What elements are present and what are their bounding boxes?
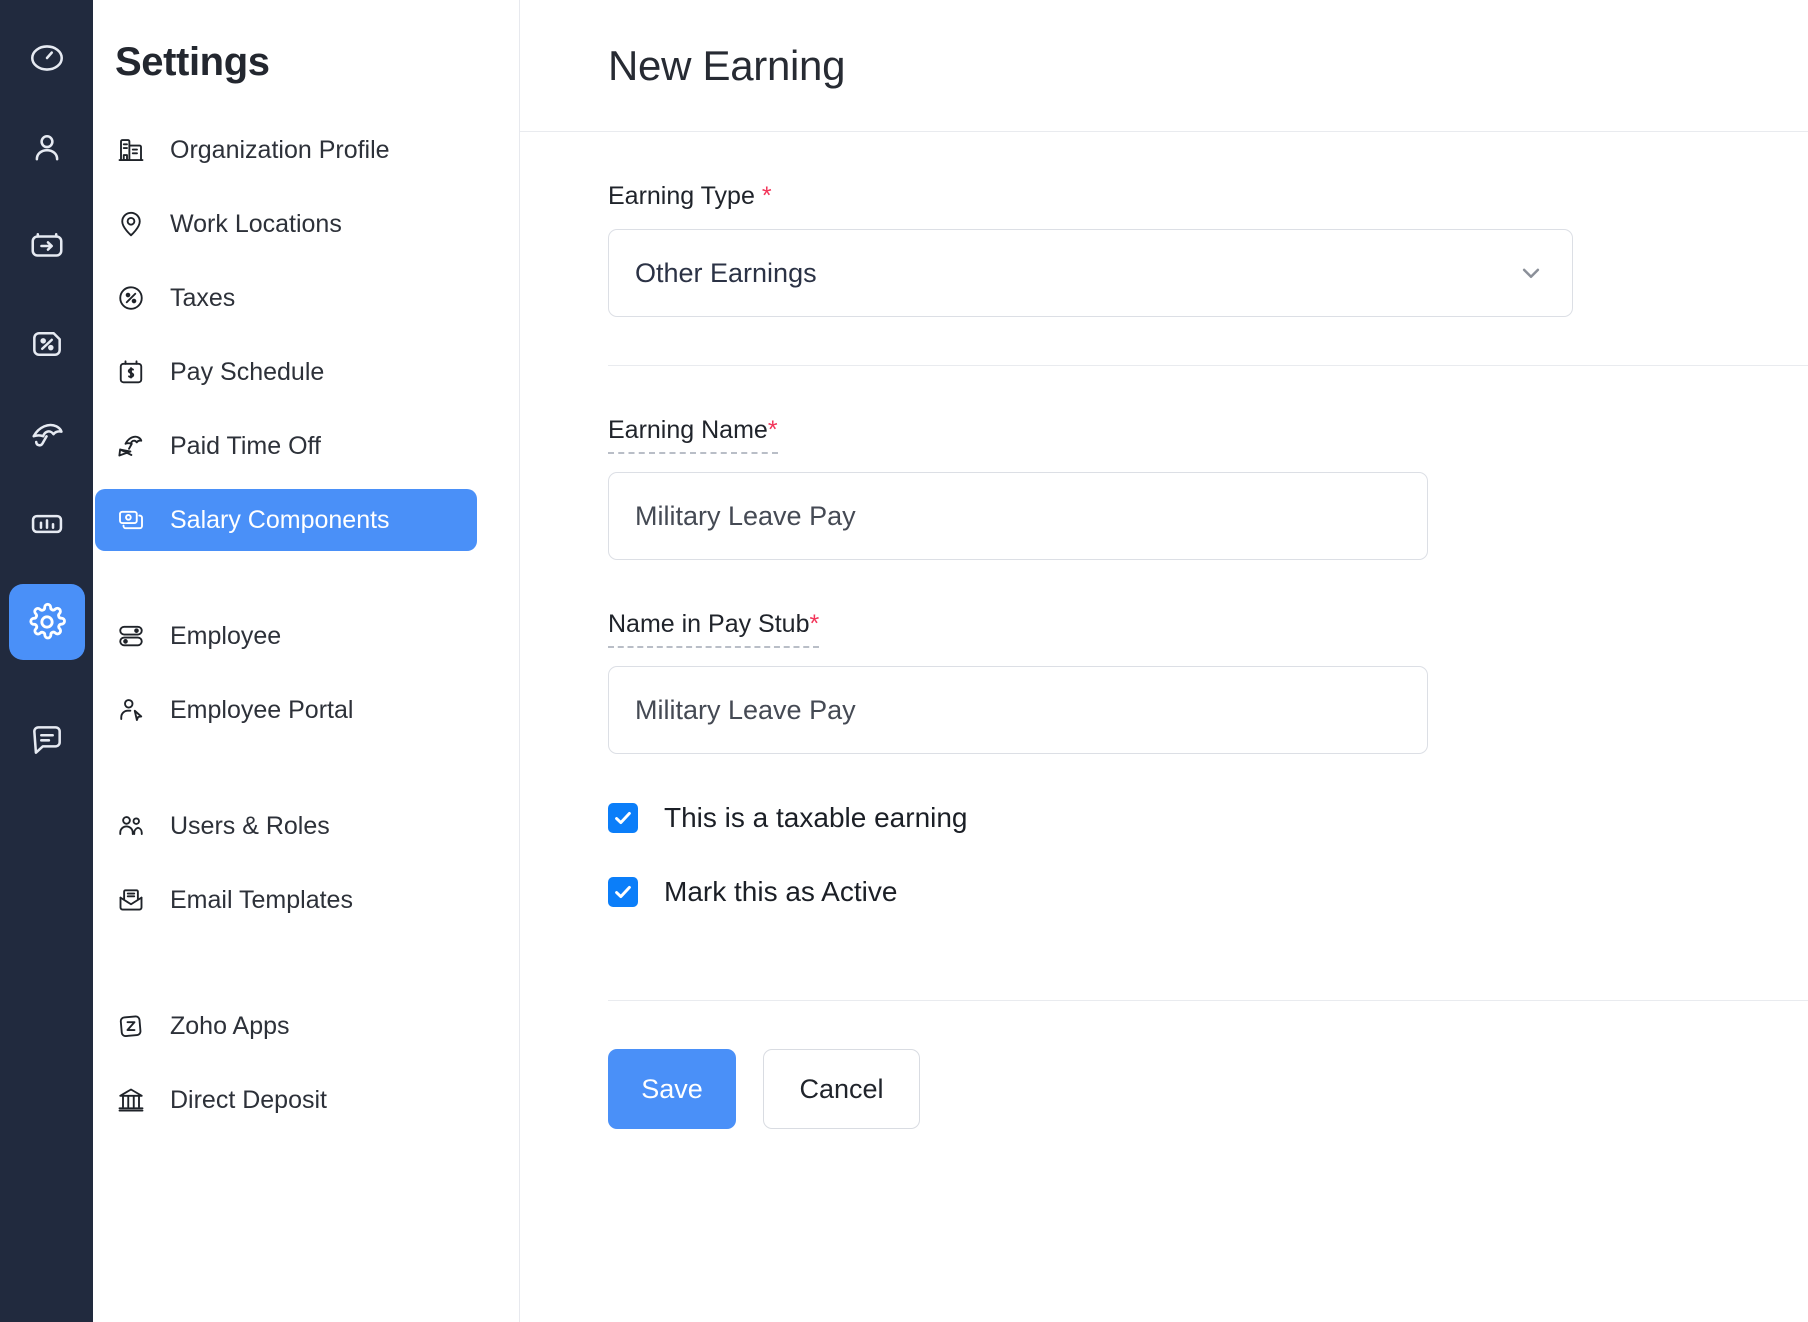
- settings-nav-list: Organization Profile Work Locations Taxe…: [93, 119, 519, 1131]
- pay-stub-name-field: Name in Pay Stub*: [608, 560, 1808, 754]
- users-icon: [115, 810, 147, 842]
- pay-stub-name-label-text: Name in Pay Stub: [608, 610, 810, 638]
- earning-type-select[interactable]: Other Earnings: [608, 229, 1573, 317]
- nav-group-separator: [93, 943, 497, 995]
- page-title: Settings: [115, 40, 270, 84]
- sidebar-item-email-templates[interactable]: Email Templates: [95, 869, 477, 931]
- main-header: New Earning: [520, 0, 1808, 132]
- pay-stub-name-label: Name in Pay Stub*: [608, 610, 820, 648]
- reports-icon[interactable]: [9, 486, 85, 562]
- form-title: New Earning: [608, 41, 846, 89]
- nav-group-separator: [93, 753, 497, 795]
- earning-name-label-text: Earning Name: [608, 416, 768, 444]
- earning-type-label: Earning Type *: [608, 182, 772, 211]
- sidebar-item-label: Employee Portal: [170, 695, 354, 724]
- toggles-icon: [115, 620, 147, 652]
- sidebar-item-work-locations[interactable]: Work Locations: [95, 193, 477, 255]
- main-content: New Earning Earning Type * Other Earning…: [520, 0, 1808, 1322]
- required-asterisk: *: [761, 182, 772, 210]
- taxable-earning-checkbox-row[interactable]: This is a taxable earning: [608, 802, 1808, 834]
- employees-icon[interactable]: [9, 110, 85, 186]
- required-asterisk: *: [809, 610, 820, 638]
- sidebar-item-organization-profile[interactable]: Organization Profile: [95, 119, 477, 181]
- time-off-icon[interactable]: [9, 396, 85, 472]
- chevron-down-icon: [1516, 258, 1546, 288]
- app-root: Settings Organization Profile Work Locat…: [0, 0, 1808, 1322]
- taxes-icon[interactable]: [9, 306, 85, 382]
- dashboard-icon[interactable]: [9, 20, 85, 96]
- sidebar-item-label: Paid Time Off: [170, 431, 321, 460]
- sidebar-item-label: Zoho Apps: [170, 1011, 290, 1040]
- sidebar-item-label: Work Locations: [170, 209, 342, 238]
- primary-icon-rail: [0, 0, 93, 1322]
- earning-type-field: Earning Type * Other Earnings: [608, 132, 1808, 317]
- earning-type-label-text: Earning Type: [608, 182, 755, 210]
- sidebar-item-employee[interactable]: Employee: [95, 605, 477, 667]
- checkbox-checked-icon[interactable]: [608, 877, 638, 907]
- calendar-dollar-icon: [115, 356, 147, 388]
- sidebar-item-paid-time-off[interactable]: Paid Time Off: [95, 415, 477, 477]
- required-asterisk: *: [767, 416, 778, 444]
- sidebar-item-label: Employee: [170, 621, 282, 650]
- nav-group-separator: [93, 563, 497, 605]
- sidebar-item-label: Direct Deposit: [170, 1085, 327, 1114]
- sidebar-item-direct-deposit[interactable]: Direct Deposit: [95, 1069, 477, 1131]
- sidebar-item-pay-schedule[interactable]: Pay Schedule: [95, 341, 477, 403]
- pay-stub-name-input[interactable]: [608, 666, 1428, 754]
- percent-icon: [115, 282, 147, 314]
- settings-icon[interactable]: [8, 584, 85, 660]
- sidebar-item-users-roles[interactable]: Users & Roles: [95, 795, 477, 857]
- new-earning-form: Earning Type * Other Earnings Earning Na…: [520, 132, 1808, 1129]
- earning-name-label: Earning Name*: [608, 416, 778, 454]
- sidebar-item-zoho-apps[interactable]: Zoho Apps: [95, 995, 477, 1057]
- envelope-icon: [115, 884, 147, 916]
- sidebar-item-taxes[interactable]: Taxes: [95, 267, 477, 329]
- bank-icon: [115, 1084, 147, 1116]
- cancel-button[interactable]: Cancel: [763, 1049, 920, 1129]
- earning-type-value: Other Earnings: [635, 257, 817, 288]
- form-actions: Save Cancel: [608, 1001, 1808, 1129]
- zoho-z-icon: [115, 1010, 147, 1042]
- mark-active-label: Mark this as Active: [664, 876, 898, 907]
- earning-name-input[interactable]: [608, 472, 1428, 560]
- money-cards-icon: [115, 504, 147, 536]
- checkbox-checked-icon[interactable]: [608, 803, 638, 833]
- sidebar-item-label: Pay Schedule: [170, 357, 325, 386]
- building-icon: [115, 134, 147, 166]
- sidebar-item-label: Salary Components: [170, 505, 390, 534]
- settings-sidebar: Settings Organization Profile Work Locat…: [93, 0, 520, 1322]
- umbrella-chair-icon: [115, 430, 147, 462]
- map-pin-icon: [115, 208, 147, 240]
- save-button[interactable]: Save: [608, 1049, 736, 1129]
- sidebar-item-label: Users & Roles: [170, 811, 330, 840]
- sidebar-item-label: Organization Profile: [170, 135, 390, 164]
- earning-name-field: Earning Name*: [608, 366, 1808, 560]
- sidebar-item-label: Email Templates: [170, 885, 353, 914]
- person-cursor-icon: [115, 694, 147, 726]
- taxable-earning-label: This is a taxable earning: [664, 802, 968, 833]
- sidebar-item-employee-portal[interactable]: Employee Portal: [95, 679, 477, 741]
- pay-runs-icon[interactable]: [9, 208, 85, 284]
- mark-active-checkbox-row[interactable]: Mark this as Active: [608, 876, 1808, 908]
- chat-icon[interactable]: [9, 702, 85, 778]
- sidebar-item-label: Taxes: [170, 283, 236, 312]
- sidebar-item-salary-components[interactable]: Salary Components: [95, 489, 477, 551]
